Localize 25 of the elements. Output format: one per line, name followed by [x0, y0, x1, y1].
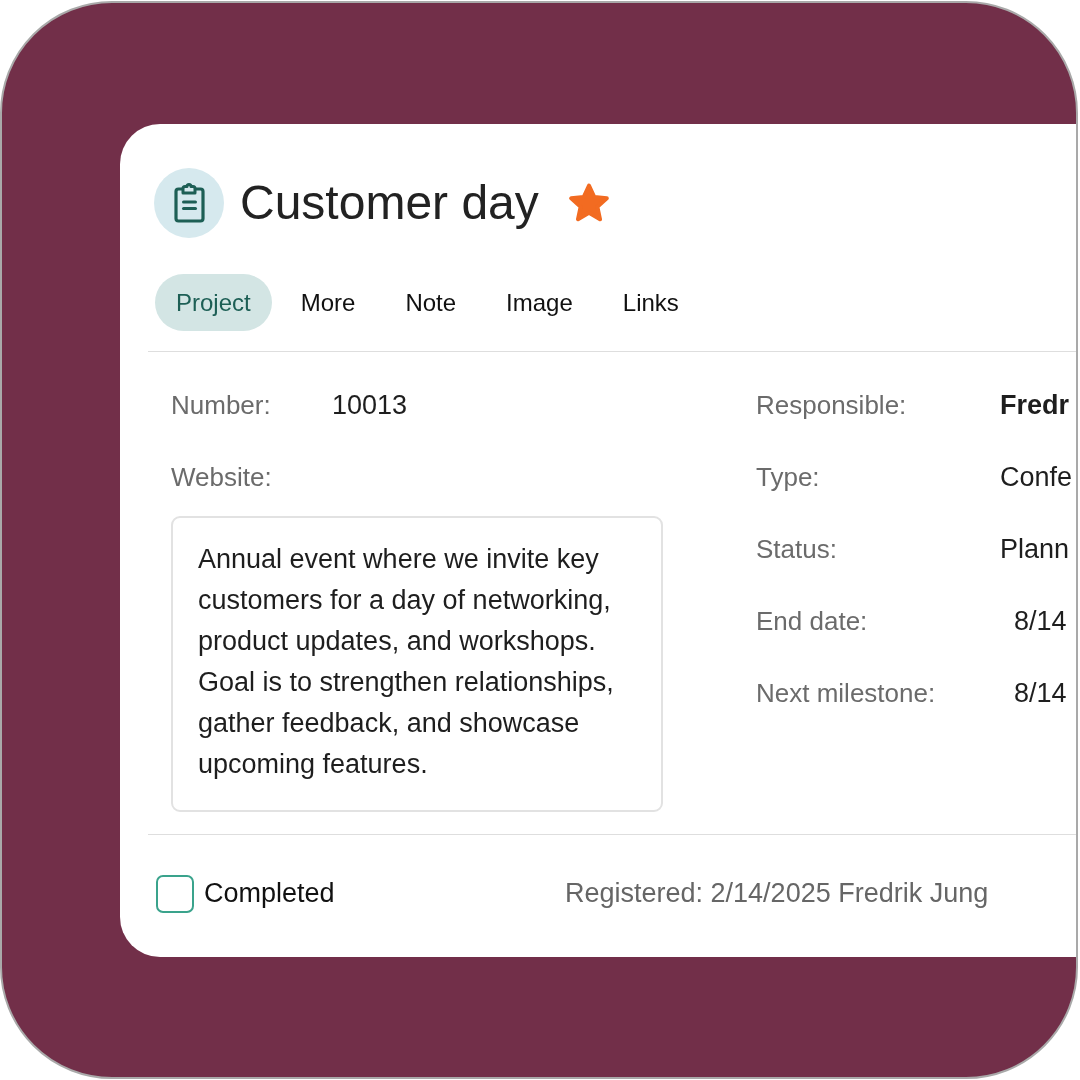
field-value: Plann [1000, 532, 1070, 566]
field-label: Type: [756, 460, 821, 494]
record-title: Customer day [240, 175, 539, 232]
clipboard-icon [154, 168, 224, 238]
field-value: 8/14 [1013, 676, 1067, 710]
field-value: Confe [1000, 460, 1073, 494]
star-icon[interactable] [567, 182, 610, 224]
field-label: Status: [756, 532, 838, 566]
tab[interactable]: Links [601, 274, 700, 331]
description-field[interactable]: Annual event where we invite key customers for a day of networking, product updates, and workshops. Goal is to strengthen relationships, gather feedback, and showcase upcoming features. [171, 516, 663, 812]
field-label: Responsible: [756, 388, 908, 422]
field-label: Next milestone: [756, 676, 937, 710]
completed-checkbox[interactable] [156, 874, 194, 913]
field-value: Fredr [1000, 388, 1070, 422]
completed-label[interactable]: Completed [204, 873, 335, 914]
tab[interactable]: Project [155, 274, 272, 331]
field-value: 10013 [332, 388, 408, 422]
registered-info: Registered: 2/14/2025 Fredrik Jung [565, 877, 989, 911]
tab[interactable]: More [279, 274, 377, 331]
field-value: 8/14 [1013, 604, 1067, 638]
field-label: End date: [756, 604, 869, 638]
field-label: Website: [171, 460, 273, 494]
tab[interactable]: Note [384, 274, 478, 331]
field-label: Number: [171, 388, 272, 422]
tab[interactable]: Image [485, 274, 594, 331]
